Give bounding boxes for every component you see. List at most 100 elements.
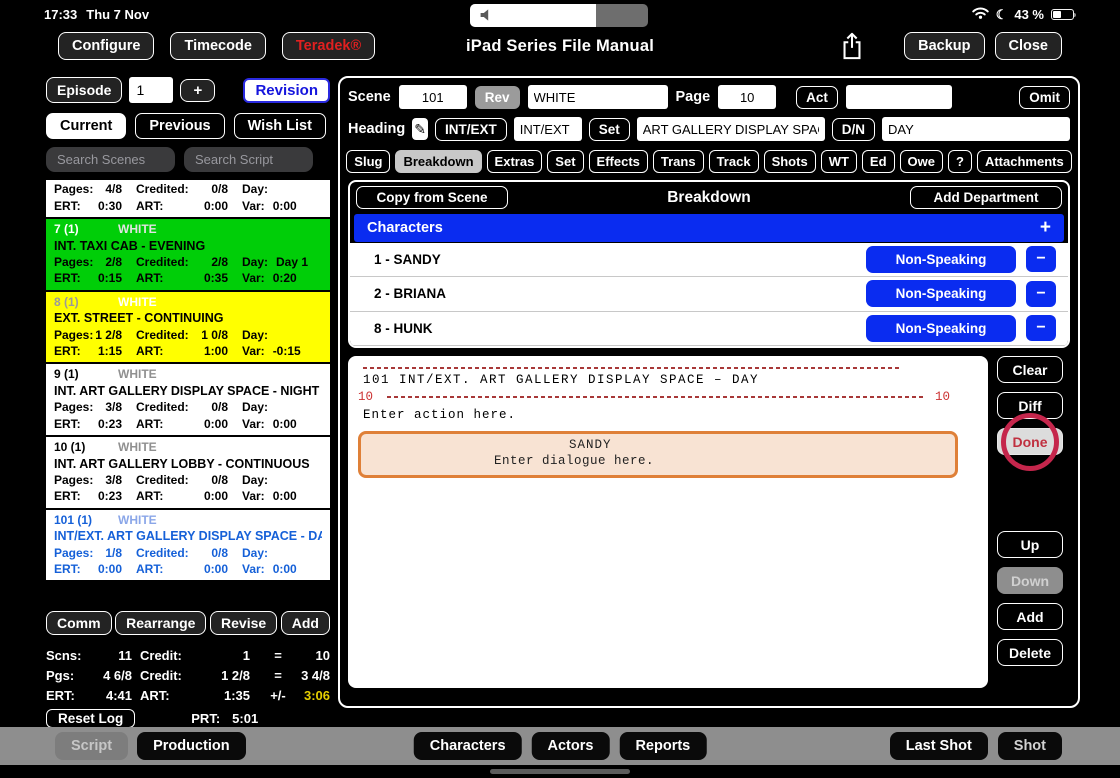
int-ext-input[interactable] <box>514 117 582 141</box>
add-episode-button[interactable]: + <box>180 79 215 102</box>
close-button[interactable]: Close <box>995 32 1063 60</box>
tab-owe[interactable]: Owe <box>900 150 943 173</box>
diff-button[interactable]: Diff <box>997 392 1063 419</box>
omit-button[interactable]: Omit <box>1019 86 1070 109</box>
remove-character-button[interactable]: − <box>1026 315 1056 341</box>
clear-button[interactable]: Clear <box>997 356 1063 383</box>
add-element-button[interactable]: Add <box>997 603 1063 630</box>
day-label: Day: <box>242 254 268 270</box>
scene-list-item[interactable]: 10 (1) WHITE INT. ART GALLERY LOBBY - CO… <box>46 437 330 510</box>
reports-button[interactable]: Reports <box>619 732 706 760</box>
remove-character-button[interactable]: − <box>1026 246 1056 272</box>
script-editor[interactable]: 101 INT/EXT. ART GALLERY DISPLAY SPACE –… <box>348 356 988 688</box>
speaking-toggle-button[interactable]: Non-Speaking <box>866 315 1016 342</box>
tab-wt[interactable]: WT <box>821 150 857 173</box>
credited-value: 2/8 <box>211 254 228 270</box>
action-placeholder-text[interactable]: Enter action here. <box>363 408 978 422</box>
episode-input[interactable] <box>129 77 173 103</box>
page-number-input[interactable] <box>718 85 776 109</box>
add-department-button[interactable]: Add Department <box>910 186 1062 209</box>
day-night-button[interactable]: D/N <box>832 118 875 141</box>
rev-button[interactable]: Rev <box>475 86 520 109</box>
down-button[interactable]: Down <box>997 567 1063 594</box>
tab-set[interactable]: Set <box>547 150 583 173</box>
script-button[interactable]: Script <box>55 732 128 760</box>
credited-label: Credited: <box>136 327 189 343</box>
up-button[interactable]: Up <box>997 531 1063 558</box>
art-label: ART: <box>136 561 163 577</box>
art-value: 0:00 <box>204 488 228 504</box>
rearrange-button[interactable]: Rearrange <box>115 611 206 635</box>
scene-number-input[interactable] <box>399 85 467 109</box>
act-input[interactable] <box>846 85 952 109</box>
tab-attachments[interactable]: Attachments <box>977 150 1072 173</box>
shot-button[interactable]: Shot <box>998 732 1062 760</box>
actors-button[interactable]: Actors <box>532 732 610 760</box>
add-character-button[interactable]: + <box>1040 217 1051 239</box>
add-scene-button[interactable]: Add <box>281 611 330 635</box>
tab-slug[interactable]: Slug <box>346 150 390 173</box>
home-indicator[interactable] <box>490 769 630 774</box>
dialogue-placeholder-text: Enter dialogue here. <box>361 454 955 468</box>
int-ext-button[interactable]: INT/EXT <box>435 118 507 141</box>
tab-breakdown[interactable]: Breakdown <box>395 150 481 173</box>
tab-effects[interactable]: Effects <box>589 150 648 173</box>
delete-element-button[interactable]: Delete <box>997 639 1063 666</box>
tab-trans[interactable]: Trans <box>653 150 704 173</box>
total-value: 10 <box>294 648 330 663</box>
timecode-button[interactable]: Timecode <box>170 32 265 60</box>
scene-list-item[interactable]: 9 (1) WHITE INT. ART GALLERY DISPLAY SPA… <box>46 364 330 437</box>
character-row: 2 - BRIANA Non-Speaking − <box>350 277 1068 312</box>
episode-button[interactable]: Episode <box>46 77 122 103</box>
backup-button[interactable]: Backup <box>904 32 984 60</box>
tab-question[interactable]: ? <box>948 150 972 173</box>
page-number-right: 10 <box>935 390 950 404</box>
revision-button[interactable]: Revision <box>243 78 330 103</box>
scene-list-item-selected[interactable]: 101 (1) WHITE INT/EXT. ART GALLERY DISPL… <box>46 510 330 583</box>
remove-character-button[interactable]: − <box>1026 281 1056 307</box>
revise-button[interactable]: Revise <box>210 611 277 635</box>
heading-edit-checkbox[interactable]: ✎ <box>412 118 428 140</box>
volume-slider[interactable] <box>470 4 648 27</box>
done-button[interactable]: Done <box>997 428 1063 455</box>
selected-dialogue-block[interactable]: SANDY Enter dialogue here. <box>358 431 958 478</box>
production-button[interactable]: Production <box>137 732 246 760</box>
set-button[interactable]: Set <box>589 118 630 141</box>
credit-label: Credit: <box>140 648 198 663</box>
var-label: Var: <box>242 561 265 577</box>
reset-log-button[interactable]: Reset Log <box>46 709 135 728</box>
tab-previous[interactable]: Previous <box>135 113 224 139</box>
speaking-toggle-button[interactable]: Non-Speaking <box>866 280 1016 307</box>
search-scenes-input[interactable] <box>46 147 175 172</box>
day-night-input[interactable] <box>882 117 1070 141</box>
credit-label: Credit: <box>140 668 198 683</box>
set-name-input[interactable] <box>637 117 825 141</box>
last-shot-button[interactable]: Last Shot <box>890 732 988 760</box>
characters-button[interactable]: Characters <box>414 732 522 760</box>
scene-list-item[interactable]: 7 (1) WHITE INT. TAXI CAB - EVENING Page… <box>46 219 330 292</box>
tab-track[interactable]: Track <box>709 150 759 173</box>
speaking-toggle-button[interactable]: Non-Speaking <box>866 246 1016 273</box>
share-icon[interactable] <box>840 32 864 60</box>
tab-wish-list[interactable]: Wish List <box>234 113 326 139</box>
configure-button[interactable]: Configure <box>58 32 154 60</box>
scene-list-item[interactable]: INT. ART GALLERY DISPLAY SPACE - SAME...… <box>46 180 330 219</box>
characters-category-header[interactable]: Characters + <box>354 214 1064 242</box>
revision-color-input[interactable] <box>528 85 668 109</box>
teradek-button[interactable]: Teradek® <box>282 32 375 60</box>
scene-revision-color: WHITE <box>118 221 157 237</box>
art-label: ART: <box>136 416 163 432</box>
ert-label: ERT: <box>54 416 81 432</box>
act-button[interactable]: Act <box>796 86 838 109</box>
ert-value: 1:15 <box>98 343 122 359</box>
tab-shots[interactable]: Shots <box>764 150 816 173</box>
scene-list-item[interactable]: 8 (1) WHITE EXT. STREET - CONTINUING Pag… <box>46 292 330 365</box>
copy-from-scene-button[interactable]: Copy from Scene <box>356 186 508 209</box>
tab-extras[interactable]: Extras <box>487 150 543 173</box>
comm-button[interactable]: Comm <box>46 611 112 635</box>
search-script-input[interactable] <box>184 147 313 172</box>
tab-ed[interactable]: Ed <box>862 150 895 173</box>
scene-list[interactable]: INT. ART GALLERY DISPLAY SPACE - SAME...… <box>46 180 330 604</box>
credited-value: 0/8 <box>211 545 228 561</box>
tab-current[interactable]: Current <box>46 113 126 139</box>
